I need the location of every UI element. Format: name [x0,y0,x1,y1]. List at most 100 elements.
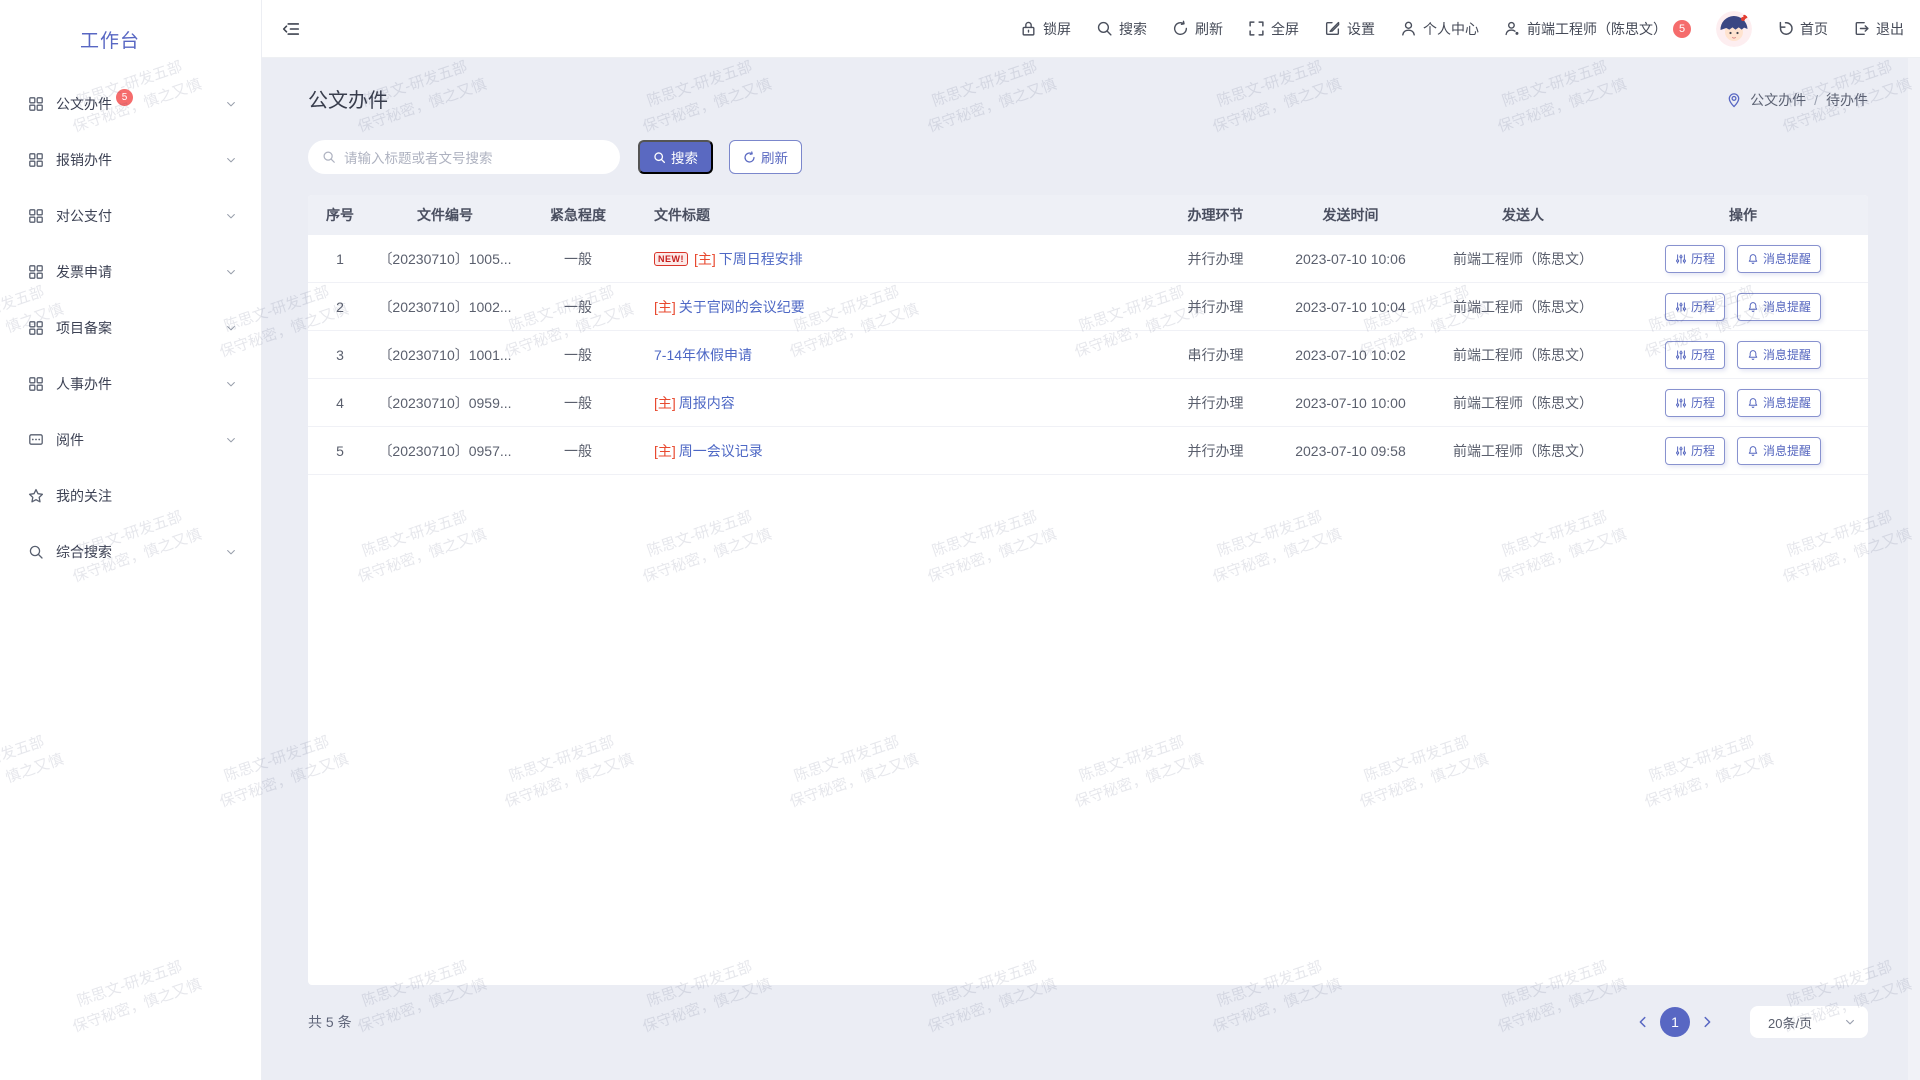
urgency: 一般 [518,297,638,317]
sidebar-item-label: 我的关注 [56,486,112,506]
message-remind-button[interactable]: 消息提醒 [1737,389,1821,417]
sidebar-item-项目备案[interactable]: 项目备案 [0,300,261,356]
total-count: 共 5 条 [308,1012,352,1032]
sidebar-item-我的关注[interactable]: 我的关注 [0,468,261,524]
message-remind-button[interactable]: 消息提醒 [1737,437,1821,465]
user-icon [1400,20,1417,37]
document-title-link[interactable]: 周报内容 [679,393,735,413]
column-header: 文件标题 [638,205,1158,225]
urgency: 一般 [518,393,638,413]
search-icon [653,151,666,164]
send-time: 2023-07-10 10:04 [1273,299,1428,315]
sidebar-item-发票申请[interactable]: 发票申请 [0,244,261,300]
history-button[interactable]: 历程 [1665,437,1725,465]
user-badge-icon [1504,20,1521,37]
user-avatar[interactable] [1716,11,1752,47]
back-home-icon [1777,20,1794,37]
sidebar-item-人事办件[interactable]: 人事办件 [0,356,261,412]
search-button[interactable]: 搜索 [638,140,713,174]
urgency: 一般 [518,249,638,269]
send-time: 2023-07-10 09:58 [1273,443,1428,459]
current-page-button[interactable]: 1 [1660,1007,1690,1037]
document-table-card: 序号文件编号紧急程度文件标题办理环节发送时间发送人操作 1〔20230710〕1… [308,195,1868,985]
search-input[interactable]: 请输入标题或者文号搜索 [308,140,620,174]
document-title-link[interactable]: 下周日程安排 [719,249,803,269]
refresh-list-button[interactable]: 刷新 [729,140,802,174]
document-title-link[interactable]: 周一会议记录 [679,441,763,461]
doc-title-cell: 7-14年休假申请 [638,345,1158,365]
sidebar-item-label: 阅件 [56,430,84,450]
chevron-down-icon [225,434,237,446]
sidebar-item-label: 人事办件 [56,374,112,394]
search-icon [28,544,44,560]
history-button[interactable]: 历程 [1665,389,1725,417]
column-header: 紧急程度 [518,205,638,225]
settings-button[interactable]: 设置 [1324,19,1375,39]
sidebar-menu: 公文办件5报销办件对公支付发票申请项目备案人事办件阅件我的关注综合搜索 [0,76,261,580]
home-button[interactable]: 首页 [1777,19,1828,39]
row-index: 5 [308,443,372,459]
sliders-icon [1675,301,1687,313]
bell-icon [1747,349,1759,361]
app-logo: 工作台 [0,0,261,53]
prev-page-button[interactable] [1636,1015,1650,1029]
refresh-button[interactable]: 刷新 [1172,19,1223,39]
sidebar-item-对公支付[interactable]: 对公支付 [0,188,261,244]
doc-number: 〔20230710〕0959... [372,393,518,413]
sidebar-item-阅件[interactable]: 阅件 [0,412,261,468]
table-header-row: 序号文件编号紧急程度文件标题办理环节发送时间发送人操作 [308,195,1868,235]
main-doc-tag: [主] [654,393,676,413]
grid-icon [28,376,44,392]
sliders-icon [1675,349,1687,361]
search-placeholder: 请输入标题或者文号搜索 [344,147,493,167]
history-button[interactable]: 历程 [1665,341,1725,369]
history-button[interactable]: 历程 [1665,293,1725,321]
sender: 前端工程师（陈思文） [1428,393,1618,413]
column-header: 发送时间 [1273,205,1428,225]
doc-number: 〔20230710〕1005... [372,249,518,269]
main-doc-tag: [主] [654,441,676,461]
logout-button[interactable]: 退出 [1853,19,1904,39]
breadcrumb-separator: / [1814,92,1818,108]
sender: 前端工程师（陈思文） [1428,297,1618,317]
global-search-button[interactable]: 搜索 [1096,19,1147,39]
message-remind-button[interactable]: 消息提醒 [1737,245,1821,273]
message-remind-button[interactable]: 消息提醒 [1737,293,1821,321]
doc-number: 〔20230710〕0957... [372,441,518,461]
urgency: 一般 [518,345,638,365]
logout-icon [1853,20,1870,37]
fullscreen-button[interactable]: 全屏 [1248,19,1299,39]
profile-center-button[interactable]: 个人中心 [1400,19,1479,39]
chevron-down-icon [225,98,237,110]
row-index: 2 [308,299,372,315]
sidebar-item-label: 公文办件 [56,94,112,114]
message-remind-button[interactable]: 消息提醒 [1737,341,1821,369]
sidebar-item-综合搜索[interactable]: 综合搜索 [0,524,261,580]
table-row: 1〔20230710〕1005...一般NEW![主]下周日程安排并行办理202… [308,235,1868,283]
sidebar-item-报销办件[interactable]: 报销办件 [0,132,261,188]
sidebar-collapse-icon[interactable] [282,20,300,38]
grid-icon [28,208,44,224]
sidebar-item-label: 项目备案 [56,318,112,338]
main-doc-tag: [主] [694,249,716,269]
message-icon [28,432,44,448]
next-page-button[interactable] [1700,1015,1714,1029]
sidebar-item-公文办件[interactable]: 公文办件5 [0,76,261,132]
lock-icon [1020,20,1037,37]
lock-screen-button[interactable]: 锁屏 [1020,19,1071,39]
star-icon [28,488,44,504]
chevron-down-icon [225,154,237,166]
toolbar: 请输入标题或者文号搜索 搜索 刷新 [308,140,802,174]
document-title-link[interactable]: 关于官网的会议纪要 [679,297,805,317]
table-row: 4〔20230710〕0959...一般[主]周报内容并行办理2023-07-1… [308,379,1868,427]
history-button[interactable]: 历程 [1665,245,1725,273]
scrollbar-track[interactable] [1908,58,1920,1080]
document-title-link[interactable]: 7-14年休假申请 [654,345,752,365]
grid-icon [28,264,44,280]
current-user-menu[interactable]: 前端工程师（陈思文） 5 [1504,19,1691,39]
row-actions: 历程消息提醒 [1618,293,1868,321]
page-size-select[interactable]: 20条/页 [1750,1006,1868,1038]
grid-icon [28,96,44,112]
main-doc-tag: [主] [654,297,676,317]
breadcrumb-root[interactable]: 公文办件 [1750,90,1806,110]
